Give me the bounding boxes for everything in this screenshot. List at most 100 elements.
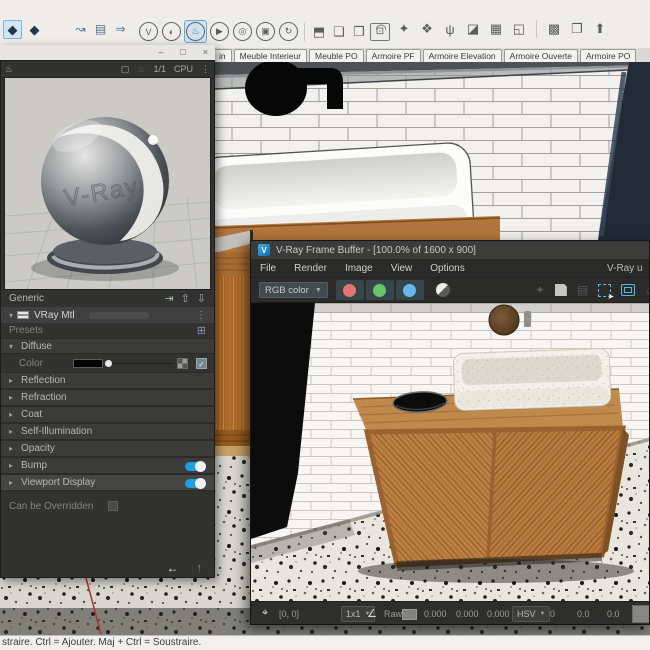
raw-r-value: 0.000 (424, 609, 447, 619)
color-mode-combo[interactable]: HSV ▼ (512, 606, 551, 622)
import-material-icon[interactable]: ⇧ (181, 292, 190, 305)
color-slider-track[interactable] (109, 363, 173, 364)
dome-light-icon[interactable]: ◠ (372, 20, 390, 38)
apply-to-selection-icon[interactable]: ⇥ (164, 292, 173, 305)
vray-update-text[interactable]: V-Ray u (607, 263, 649, 274)
scene-tab-armoire-pf[interactable]: Armoire PF (365, 49, 421, 62)
kebab-menu-icon[interactable]: ⋮ (196, 310, 206, 321)
vray-mtl-row[interactable]: ▾ VRay Mtl ⋮ (1, 307, 214, 323)
scene-tab-meuble-po[interactable]: Meuble PO (309, 49, 364, 62)
section-opacity[interactable]: ▸ Opacity (1, 440, 214, 457)
presets-grid-icon[interactable]: ⊞ (197, 324, 206, 337)
fur-icon[interactable]: ψ (441, 20, 459, 38)
expand-arrow-icon[interactable]: ▾ (9, 311, 13, 320)
material-type-label: VRay Mtl (34, 309, 75, 321)
color-swatch[interactable] (73, 359, 103, 368)
save-material-icon[interactable]: ⇩ (197, 292, 206, 305)
section-refraction[interactable]: ▸ Refraction (1, 389, 214, 406)
vfb-titlebar[interactable]: V V-Ray Frame Buffer - [100.0% of 1600 x… (251, 241, 649, 259)
scene-tab-meuble-interieur[interactable]: Meuble Interieur (233, 49, 308, 62)
menu-file[interactable]: File (251, 263, 285, 274)
scene-tab-armoire-po[interactable]: Armoire PO (580, 49, 637, 62)
mono-channel-icon[interactable] (435, 283, 450, 297)
rect-light-icon[interactable]: ✦ (395, 20, 413, 38)
preview-teapot-icon[interactable]: ♨ (137, 64, 145, 75)
vray-asset-cube-icon[interactable]: ◆ (3, 20, 22, 39)
scene-tab-partial[interactable]: in (213, 49, 232, 62)
component-icon[interactable]: ⬆ (591, 20, 609, 38)
export-arrow-icon[interactable]: ⇒ (112, 20, 129, 37)
bump-toggle[interactable] (185, 461, 206, 472)
menu-options[interactable]: Options (421, 263, 473, 274)
back-arrow-icon[interactable]: ← (167, 561, 179, 575)
section-coat[interactable]: ▸ Coat (1, 406, 214, 423)
partial-button[interactable] (632, 605, 649, 623)
frame-b-icon[interactable]: ❐ (350, 23, 368, 41)
menu-view[interactable]: View (382, 263, 422, 274)
color-checkbox[interactable]: ✓ (196, 358, 207, 369)
red-channel-button[interactable] (335, 280, 364, 300)
material-preview[interactable]: V-Ray (4, 77, 211, 290)
report-icon[interactable]: ▤ (92, 20, 109, 37)
vray-cube-icon[interactable]: ◆ (25, 20, 44, 39)
scene-tab-armoire-ouverte[interactable]: Armoire Ouverte (503, 49, 579, 62)
up-arrow-icon[interactable]: ↑ (197, 562, 203, 574)
utility-toolbar: ↝ ▤ ⇒ (72, 20, 129, 37)
preview-engine[interactable]: CPU (174, 64, 193, 74)
batch-render-icon[interactable]: ↻ (279, 22, 298, 41)
preview-menu-icon[interactable]: ⋮ (201, 64, 210, 75)
section-viewport-display[interactable]: ▸ Viewport Display (1, 474, 214, 491)
raw-g-value: 0.000 (456, 609, 479, 619)
frame-buffer-icon[interactable]: ▣ (256, 22, 275, 41)
viewport-display-toggle[interactable] (185, 478, 206, 489)
render-preview-icon[interactable]: ♨ (5, 64, 13, 75)
section-label: Coat (21, 409, 43, 420)
grid-icon[interactable]: ▩ (545, 20, 563, 38)
green-channel-button[interactable] (365, 280, 394, 300)
frames-icon[interactable]: ❐ (568, 20, 586, 38)
section-label: Bump (21, 460, 48, 471)
viewport-select-icon[interactable]: ⬒ (310, 23, 328, 41)
section-reflection[interactable]: ▸ Reflection (1, 372, 214, 389)
curve-icon[interactable]: ∠ (367, 607, 377, 620)
render-icon[interactable]: ♨ (186, 22, 205, 41)
vray-logo-icon[interactable]: V (139, 22, 158, 41)
channel-combo[interactable]: RGB color ▼ (259, 282, 328, 298)
pixel-pin-icon[interactable]: ⌖ (262, 607, 268, 620)
override-checkbox[interactable] (107, 501, 118, 511)
menu-render[interactable]: Render (285, 263, 336, 274)
blue-channel-button[interactable] (395, 280, 424, 300)
scene-tab-armoire-elevation[interactable]: Armoire Elevation (422, 49, 502, 62)
preview-frame-icon[interactable]: ▢ (121, 64, 130, 75)
color-slider-knob[interactable] (105, 360, 112, 367)
section-self-illumination[interactable]: ▸ Self-Illumination (1, 423, 214, 440)
infinite-plane-icon[interactable]: ◱ (510, 20, 528, 38)
clipper-icon[interactable]: ◪ (464, 20, 482, 38)
asset-editor-icon[interactable]: ◐ (162, 22, 181, 41)
render-region-select-icon[interactable] (598, 283, 614, 301)
save-image-icon[interactable] (554, 284, 567, 296)
render-viewport-icon[interactable]: ◎ (233, 22, 252, 41)
rendered-image[interactable] (251, 303, 650, 601)
presets-row[interactable]: Presets ⊞ (1, 323, 214, 338)
lens-effects-icon[interactable]: ✦ (535, 283, 545, 297)
close-icon[interactable]: × (203, 48, 208, 57)
viewport-faucet[interactable] (245, 62, 343, 116)
sphere-light-icon[interactable]: ❖ (418, 20, 436, 38)
maximize-icon[interactable]: □ (180, 48, 185, 57)
texture-slot-icon[interactable] (177, 358, 188, 369)
freehand-icon[interactable]: ↝ (72, 20, 89, 37)
render-interactive-icon[interactable]: ▶ (210, 22, 229, 41)
section-label: Opacity (21, 443, 55, 454)
mesh-light-icon[interactable]: ▦ (487, 20, 505, 38)
section-diffuse[interactable]: ▾ Diffuse (1, 338, 214, 354)
render-last-icon[interactable]: ♨ (645, 283, 649, 297)
export-image-icon[interactable]: ▤ (577, 283, 588, 297)
section-bump[interactable]: ▸ Bump (1, 457, 214, 474)
render-region-icon[interactable] (621, 284, 636, 296)
preview-ratio[interactable]: 1/1 (153, 64, 166, 74)
frame-a-icon[interactable]: ❏ (330, 23, 348, 41)
menu-image[interactable]: Image (336, 263, 382, 274)
minimize-icon[interactable]: – (158, 48, 163, 57)
material-slider[interactable] (89, 312, 149, 319)
